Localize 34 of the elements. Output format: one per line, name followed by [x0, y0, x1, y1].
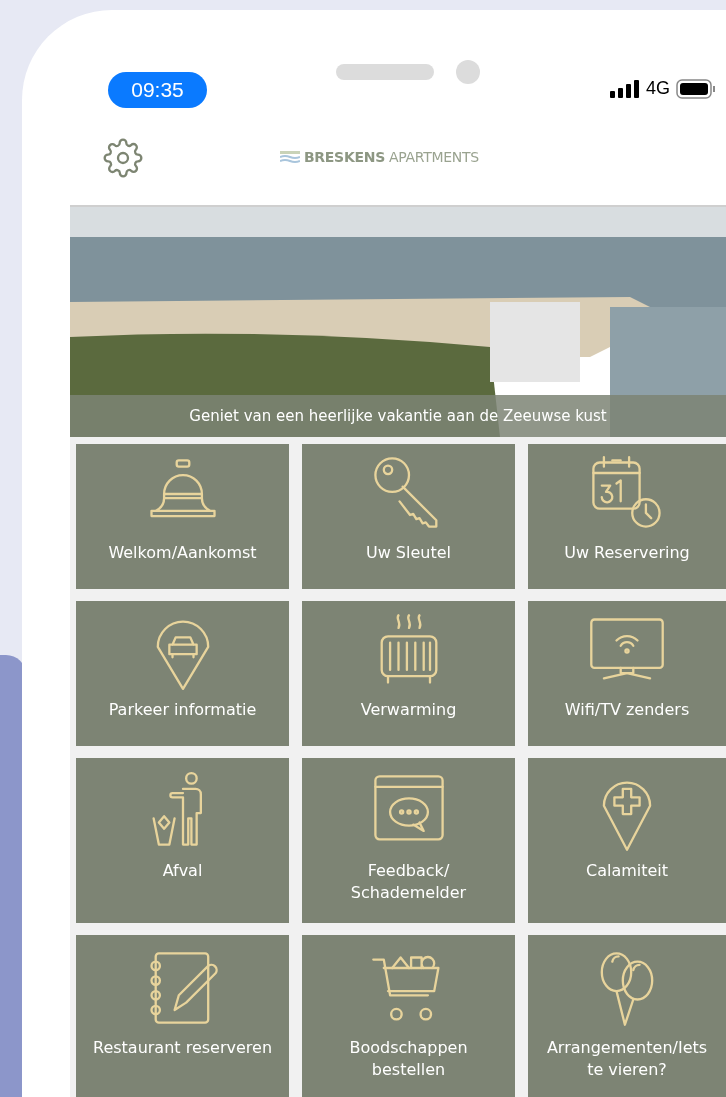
tile-label: Boodschappen bestellen [349, 1037, 468, 1081]
menu-tile[interactable]: Uw Sleutel [302, 444, 515, 589]
menu-tile[interactable]: Calamiteit [528, 758, 726, 923]
logo-text: APARTMENTS [388, 148, 479, 167]
menu-tile[interactable]: Boodschappen bestellen [302, 935, 515, 1097]
menu-tile[interactable]: Verwarming [302, 601, 515, 746]
status-time: 09:35 [108, 72, 207, 108]
notch-camera [456, 60, 480, 84]
menu-tile[interactable]: Parkeer informatie [76, 601, 289, 746]
banner-caption: Geniet van een heerlijke vakantie aan de Zeeuwse kust [189, 405, 607, 427]
network-label: 4G [646, 77, 670, 100]
logo-text-bold: BRESKENS [304, 148, 385, 167]
tile-label: Arrangementen/Iets te vieren? [546, 1037, 708, 1081]
tile-label: Feedback/ Schademelder [350, 860, 467, 904]
waves-logo-icon [280, 150, 300, 165]
tile-label: Calamiteit [585, 860, 669, 882]
menu-tile[interactable]: Feedback/ Schademelder [302, 758, 515, 923]
tile-label: Verwarming [360, 699, 457, 721]
battery-icon [676, 78, 716, 99]
tile-label: Welkom/Aankomst [108, 542, 257, 564]
signal-icon [610, 79, 640, 98]
tile-label: Uw Reservering [564, 542, 690, 564]
tile-label: Afval [162, 860, 203, 882]
menu-tile[interactable]: Restaurant reserveren [76, 935, 289, 1097]
menu-tile[interactable]: Welkom/Aankomst [76, 444, 289, 589]
menu-tile[interactable]: Arrangementen/Iets te vieren? [528, 935, 726, 1097]
menu-tile[interactable]: Afval [76, 758, 289, 923]
tile-label: Wifi/TV zenders [564, 699, 690, 721]
settings-icon[interactable] [103, 137, 143, 178]
menu-tile[interactable]: Wifi/TV zenders [528, 601, 726, 746]
tile-label: Uw Sleutel [366, 542, 451, 564]
tile-label: Parkeer informatie [108, 699, 257, 721]
menu-tile[interactable]: Uw Reservering [528, 444, 726, 589]
tile-label: Restaurant reserveren [93, 1037, 272, 1059]
